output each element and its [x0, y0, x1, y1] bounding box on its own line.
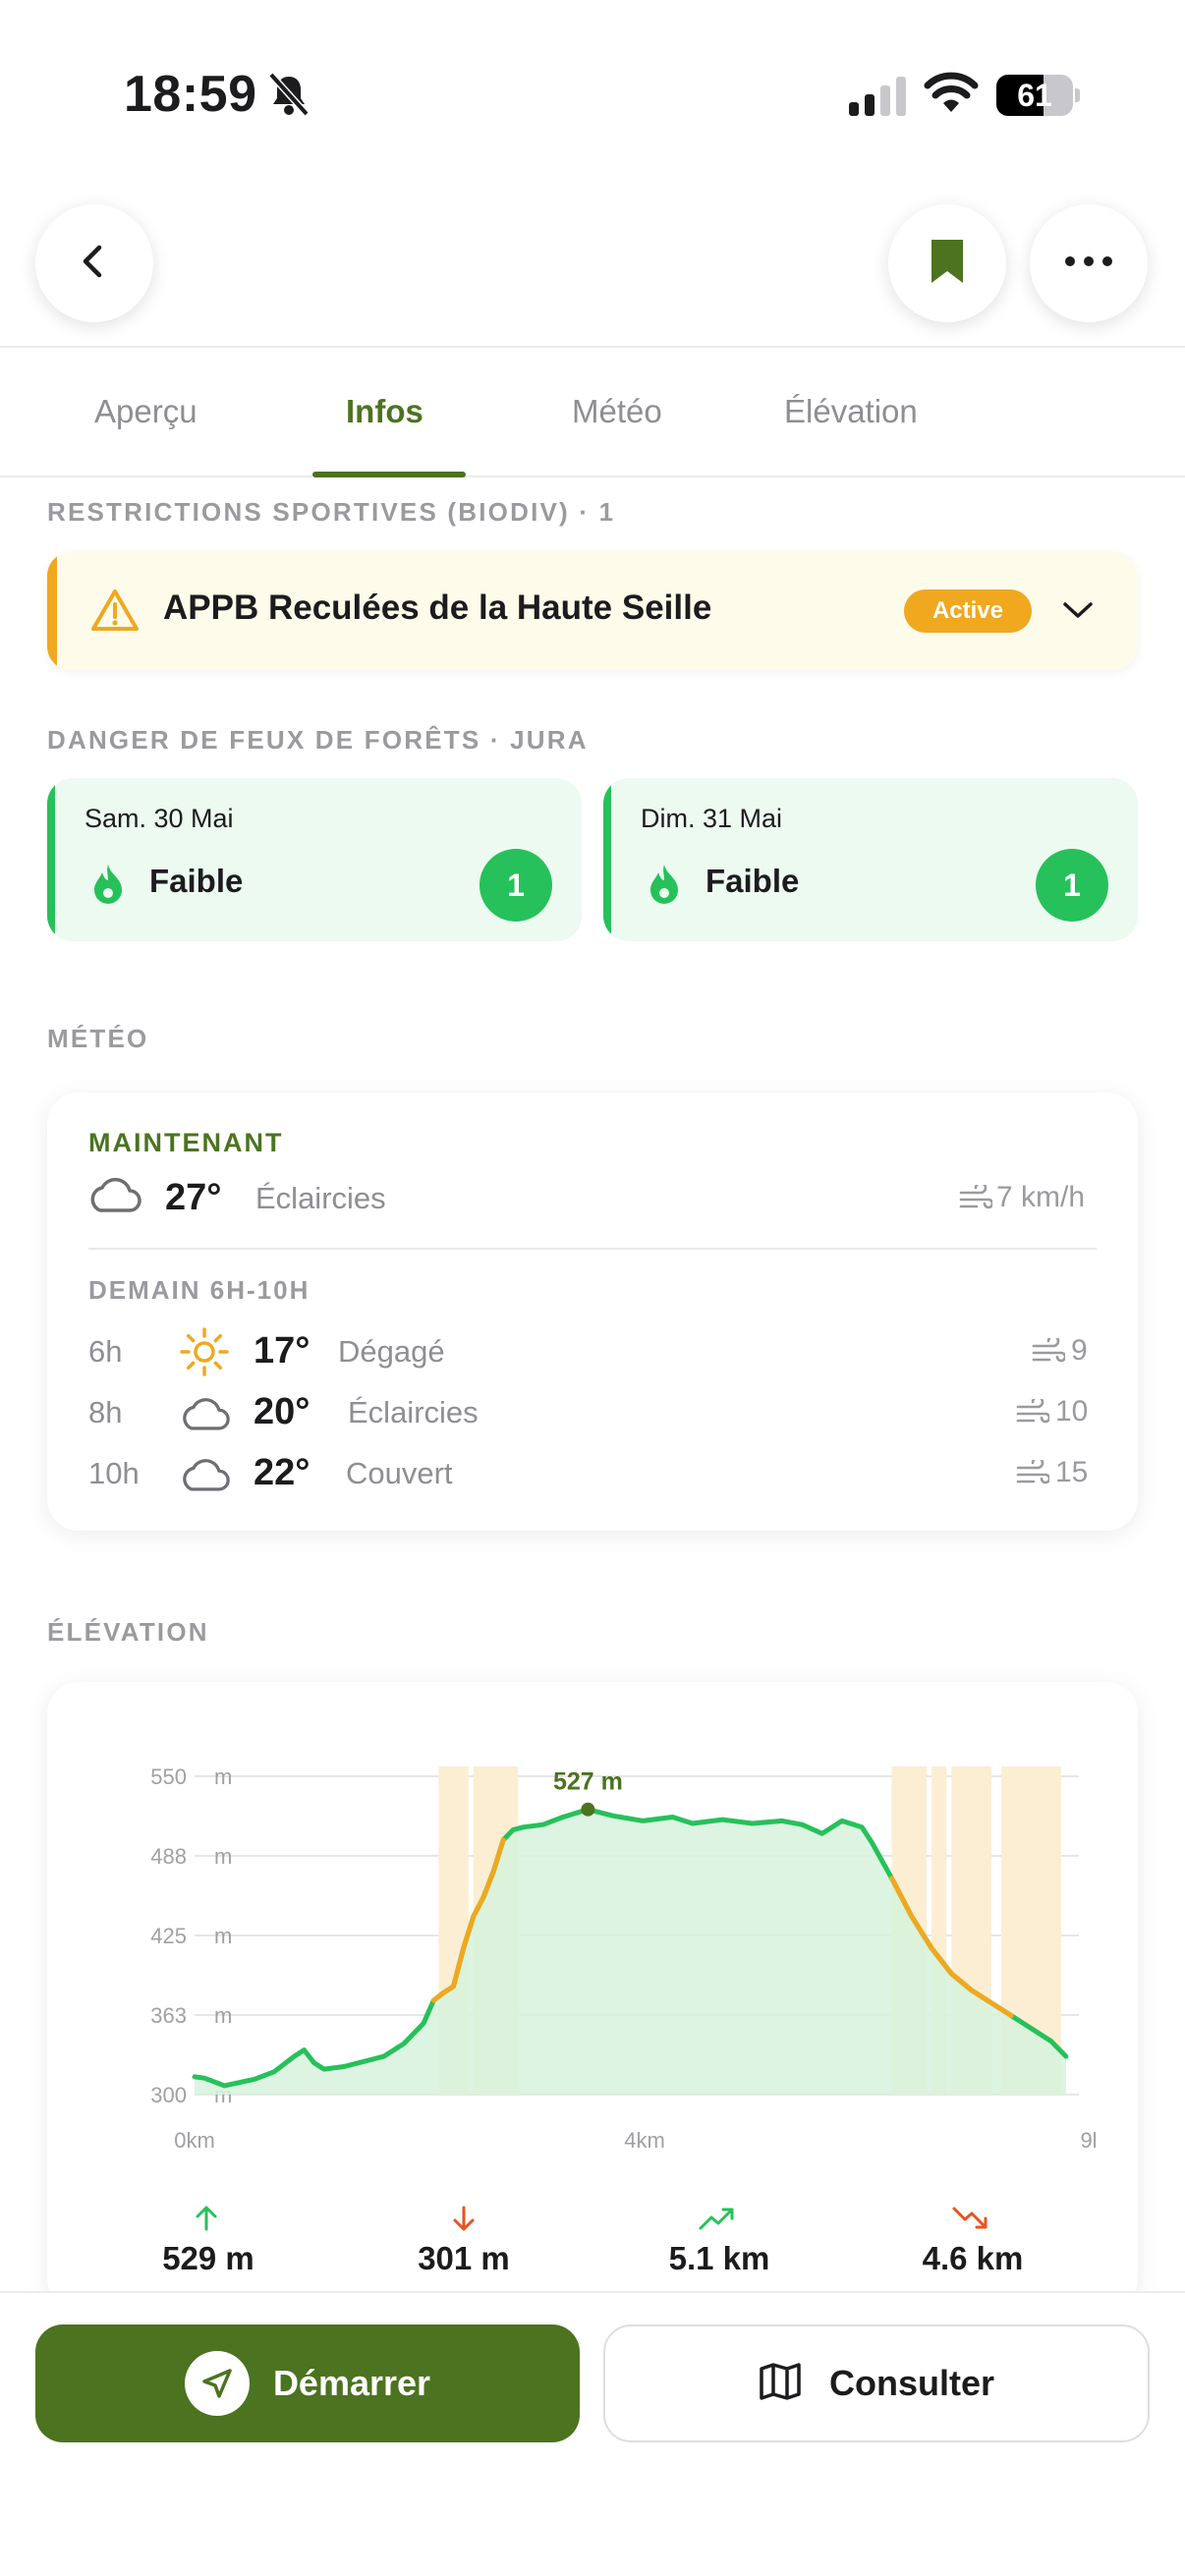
fire-date: Sam. 30 Mai — [85, 804, 234, 833]
start-button[interactable]: Démarrer — [35, 2324, 580, 2442]
tab-infos[interactable]: Infos — [346, 393, 423, 430]
chevron-left-icon — [75, 242, 114, 286]
cloud-icon — [179, 1395, 230, 1437]
y-tick-unit: m — [214, 2003, 232, 2028]
weather-now-condition: Éclaircies — [255, 1181, 386, 1215]
y-tick-unit: m — [214, 1844, 232, 1869]
elevation-card: 550 m 488 m 425 m 363 m 300 m 527 m 0km 4km 9l 529 m … — [47, 1682, 1138, 2311]
peak-label: 527 m — [553, 1768, 623, 1796]
weather-now-wind: 7 km/h — [996, 1181, 1086, 1213]
peak-marker — [581, 1802, 595, 1817]
forecast-hour: 6h — [88, 1334, 123, 1369]
elevation-chart[interactable]: 550 m488 m425 m363 m300 m527 m0km 4km 9l — [47, 1682, 1138, 2183]
ascent-value: 529 m — [162, 2240, 254, 2276]
weather-card: MAINTENANT 27° Éclaircies 7 km/h DEMAIN … — [47, 1092, 1138, 1531]
y-tick-label: 300 — [150, 2083, 187, 2107]
wind-icon — [1032, 1334, 1067, 1371]
map-icon — [759, 2362, 802, 2406]
downhill-distance-value: 4.6 km — [922, 2240, 1024, 2276]
forecast-condition: Couvert — [346, 1456, 453, 1490]
descent-value: 301 m — [418, 2240, 510, 2276]
restriction-title: APPB Reculées de la Haute Seille — [163, 588, 712, 627]
cell-signal-icon — [849, 77, 908, 121]
y-tick-unit: m — [214, 1764, 232, 1789]
fire-level: Faible — [149, 863, 244, 899]
cloud-icon — [179, 1456, 230, 1498]
fire-danger-card: Dim. 31 Mai Faible 1 — [603, 778, 1138, 941]
cloud-icon — [86, 1175, 141, 1219]
fire-index-badge: 1 — [1036, 849, 1108, 922]
y-tick-label: 425 — [150, 1924, 187, 1948]
forecast-wind: 15 — [1055, 1456, 1089, 1488]
uphill-distance-value: 5.1 km — [668, 2240, 770, 2276]
trend-up-icon — [698, 2205, 737, 2237]
x-tick-label: 0km — [174, 2128, 215, 2153]
forecast-wind: 10 — [1055, 1395, 1089, 1428]
fire-level: Faible — [705, 863, 800, 899]
y-tick-label: 550 — [150, 1764, 187, 1789]
weather-tomorrow-label: DEMAIN 6H-10H — [88, 1275, 310, 1305]
y-tick-label: 488 — [150, 1844, 187, 1869]
status-badge: Active — [904, 589, 1032, 633]
arrow-down-icon — [450, 2205, 478, 2237]
tab-active-indicator — [312, 472, 466, 477]
bell-slash-icon — [267, 71, 310, 123]
status-time: 18:59 — [124, 66, 257, 123]
fire-index-badge: 1 — [480, 849, 552, 922]
tab-meteo[interactable]: Météo — [572, 393, 662, 430]
fire-date: Dim. 31 Mai — [641, 804, 783, 833]
flame-icon — [90, 863, 126, 909]
forecast-condition: Éclaircies — [348, 1395, 479, 1429]
y-tick-label: 363 — [150, 2003, 187, 2028]
forecast-hour: 8h — [88, 1395, 123, 1429]
x-tick-label: 9l — [1080, 2128, 1097, 2153]
more-options-button[interactable] — [1030, 204, 1148, 322]
fire-danger-section-label: DANGER DE FEUX DE FORÊTS · JURA — [47, 725, 589, 755]
flame-icon — [647, 863, 682, 909]
x-tick-label: 4km — [624, 2128, 665, 2153]
divider — [88, 1248, 1097, 1250]
trend-down-icon — [951, 2205, 990, 2237]
elevation-section-label: ÉLÉVATION — [47, 1617, 209, 1647]
bottom-action-bar: Démarrer Consulter — [0, 2291, 1185, 2576]
battery-percent: 61 — [1017, 78, 1052, 113]
weather-now-label: MAINTENANT — [88, 1128, 284, 1157]
status-bar: 18:59 61 — [0, 0, 1185, 187]
navigation-arrow-icon — [184, 2351, 250, 2416]
forecast-temp: 17° — [254, 1330, 310, 1372]
restrictions-section-label: RESTRICTIONS SPORTIVES (BIODIV) · 1 — [47, 497, 616, 527]
start-button-label: Démarrer — [272, 2363, 431, 2403]
forecast-temp: 20° — [254, 1391, 310, 1432]
arrow-up-icon — [193, 2205, 220, 2237]
fire-danger-card: Sam. 30 Mai Faible 1 — [47, 778, 582, 941]
consult-button-label: Consulter — [828, 2363, 994, 2403]
sun-icon — [179, 1326, 230, 1382]
forecast-temp: 22° — [254, 1452, 310, 1493]
consult-button[interactable]: Consulter — [603, 2324, 1150, 2442]
forecast-condition: Dégagé — [338, 1334, 445, 1369]
battery-indicator: 61 — [996, 75, 1080, 116]
warning-icon — [90, 588, 140, 638]
weather-section-label: MÉTÉO — [47, 1024, 149, 1053]
y-tick-unit: m — [214, 1924, 232, 1948]
weather-now-temp: 27° — [165, 1177, 222, 1218]
more-dots-icon — [1064, 254, 1113, 272]
wifi-icon — [924, 71, 979, 119]
chevron-down-icon[interactable] — [1061, 595, 1095, 630]
back-button[interactable] — [35, 204, 153, 322]
tab-elevation[interactable]: Élévation — [784, 393, 918, 430]
restriction-item[interactable]: APPB Reculées de la Haute Seille Active — [47, 552, 1138, 670]
bookmark-button[interactable] — [888, 204, 1006, 322]
forecast-wind: 9 — [1071, 1334, 1088, 1367]
wind-icon — [1016, 1395, 1051, 1431]
tab-bar: Aperçu Infos Météo Élévation — [0, 346, 1185, 477]
wind-icon — [1016, 1456, 1051, 1492]
forecast-hour: 10h — [88, 1456, 140, 1490]
wind-icon — [959, 1181, 994, 1217]
bookmark-icon — [928, 238, 967, 290]
tab-apercu[interactable]: Aperçu — [94, 393, 198, 430]
